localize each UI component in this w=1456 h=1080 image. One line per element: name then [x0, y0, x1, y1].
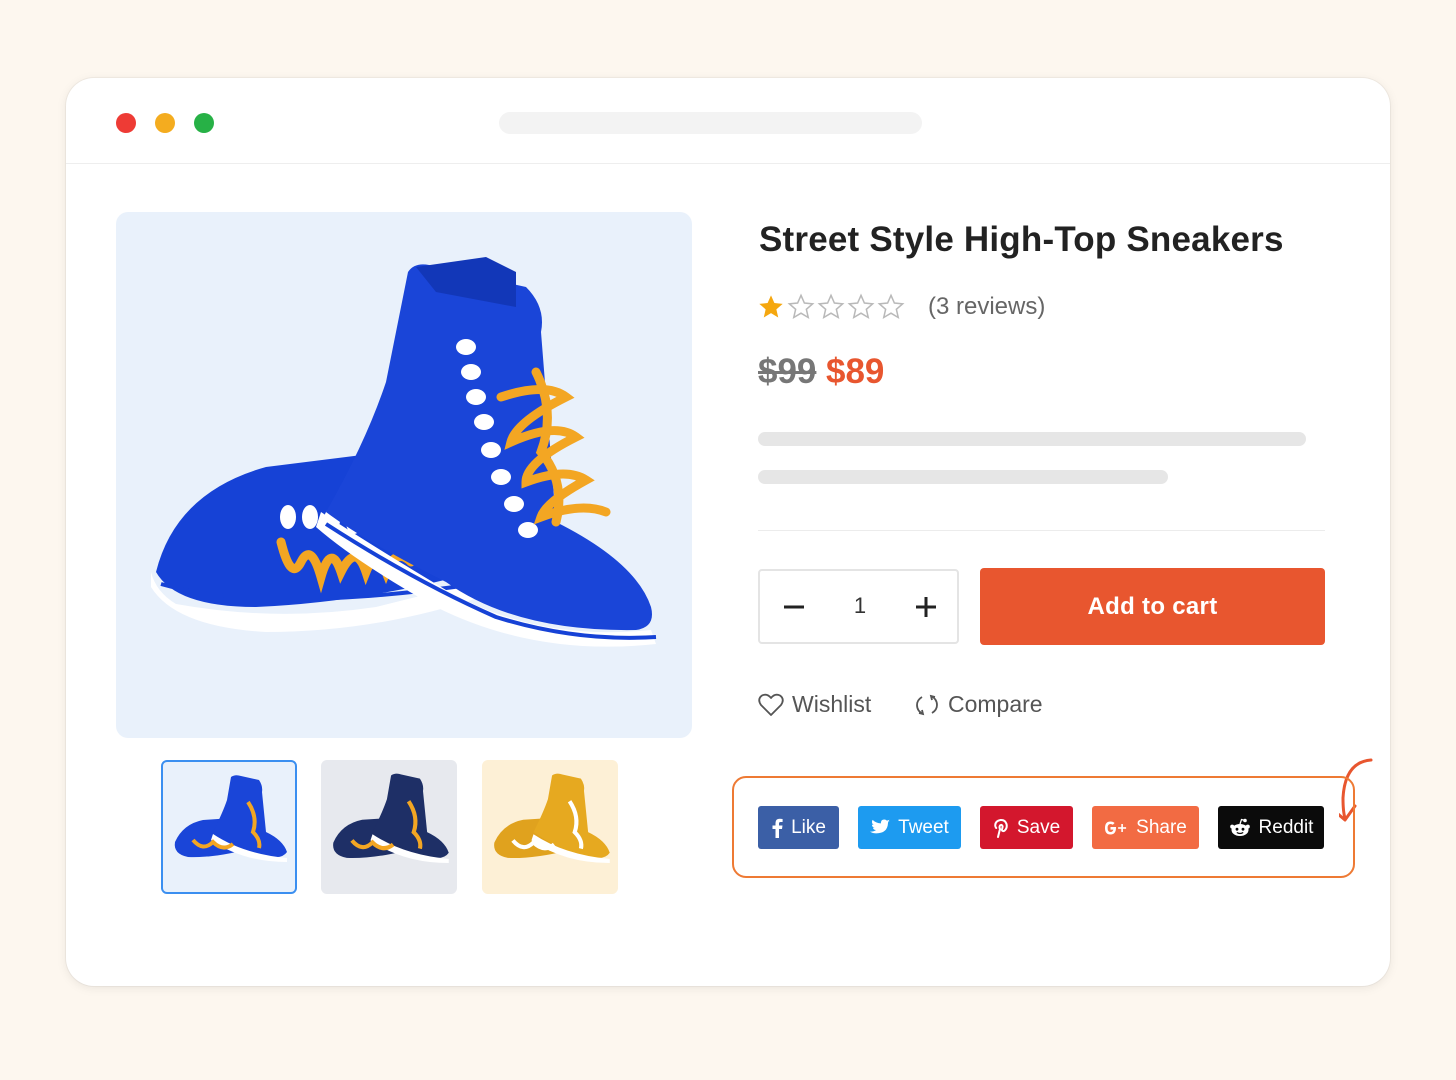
- plus-icon: [916, 597, 936, 617]
- facebook-icon: [772, 818, 783, 838]
- google-plus-icon: [1105, 821, 1127, 834]
- sneaker-thumb-mustard: [494, 773, 610, 864]
- wishlist-label: Wishlist: [792, 691, 872, 717]
- wishlist-button[interactable]: Wishlist: [758, 691, 871, 718]
- heart-icon: [758, 693, 784, 716]
- reddit-label: Reddit: [1258, 816, 1314, 838]
- minus-icon: [784, 605, 804, 609]
- product-main-image[interactable]: [116, 212, 692, 738]
- social-share-bar: Like Tweet Save Share Reddit: [732, 776, 1355, 878]
- close-window-dot[interactable]: [116, 113, 136, 133]
- star-filled-icon: [759, 295, 783, 318]
- rating-stars: [757, 293, 905, 321]
- twitter-bird-icon: [870, 819, 891, 834]
- google-plus-label: Share: [1136, 816, 1187, 838]
- star-empty-icon: [817, 293, 845, 320]
- pinterest-label: Save: [1016, 816, 1061, 838]
- reddit-alien-icon: [1229, 818, 1250, 836]
- twitter-label: Tweet: [898, 816, 949, 838]
- decrease-quantity-button[interactable]: [778, 591, 810, 623]
- divider: [758, 530, 1325, 531]
- sneaker-thumb-blue: [174, 775, 287, 862]
- address-bar[interactable]: [499, 112, 922, 134]
- compare-refresh-icon: [916, 694, 938, 715]
- facebook-like-button[interactable]: Like: [758, 806, 839, 849]
- star-empty-icon: [877, 293, 905, 320]
- browser-window: Street Style High-Top Sneakers (3 review…: [66, 78, 1390, 986]
- star-empty-icon: [847, 293, 875, 320]
- facebook-label: Like: [791, 816, 826, 838]
- twitter-tweet-button[interactable]: Tweet: [858, 806, 961, 849]
- pinterest-save-button[interactable]: Save: [980, 806, 1073, 849]
- thumbnail-mustard[interactable]: [482, 760, 618, 894]
- pinterest-icon: [994, 818, 1008, 838]
- quantity-stepper: [758, 569, 959, 644]
- add-to-cart-button[interactable]: Add to cart: [980, 568, 1325, 645]
- thumbnail-blue[interactable]: [161, 760, 297, 894]
- minimize-window-dot[interactable]: [155, 113, 175, 133]
- sale-price: $89: [826, 352, 885, 391]
- reddit-share-button[interactable]: Reddit: [1218, 806, 1324, 849]
- maximize-window-dot[interactable]: [194, 113, 214, 133]
- description-placeholder-line: [758, 432, 1306, 446]
- sneaker-thumb-navy: [333, 773, 449, 864]
- compare-button[interactable]: Compare: [914, 691, 1043, 718]
- increase-quantity-button[interactable]: [910, 591, 942, 623]
- product-title: Street Style High-Top Sneakers: [759, 220, 1284, 259]
- original-price: $99: [758, 352, 817, 391]
- title-bar: [66, 78, 1390, 164]
- sneaker-illustration: [151, 257, 657, 647]
- reviews-count-link[interactable]: (3 reviews): [928, 293, 1045, 321]
- compare-label: Compare: [948, 691, 1043, 717]
- quantity-input[interactable]: [830, 593, 890, 619]
- star-empty-icon: [787, 293, 815, 320]
- thumbnail-navy[interactable]: [321, 760, 457, 894]
- description-placeholder-line: [758, 470, 1168, 484]
- google-plus-share-button[interactable]: Share: [1092, 806, 1199, 849]
